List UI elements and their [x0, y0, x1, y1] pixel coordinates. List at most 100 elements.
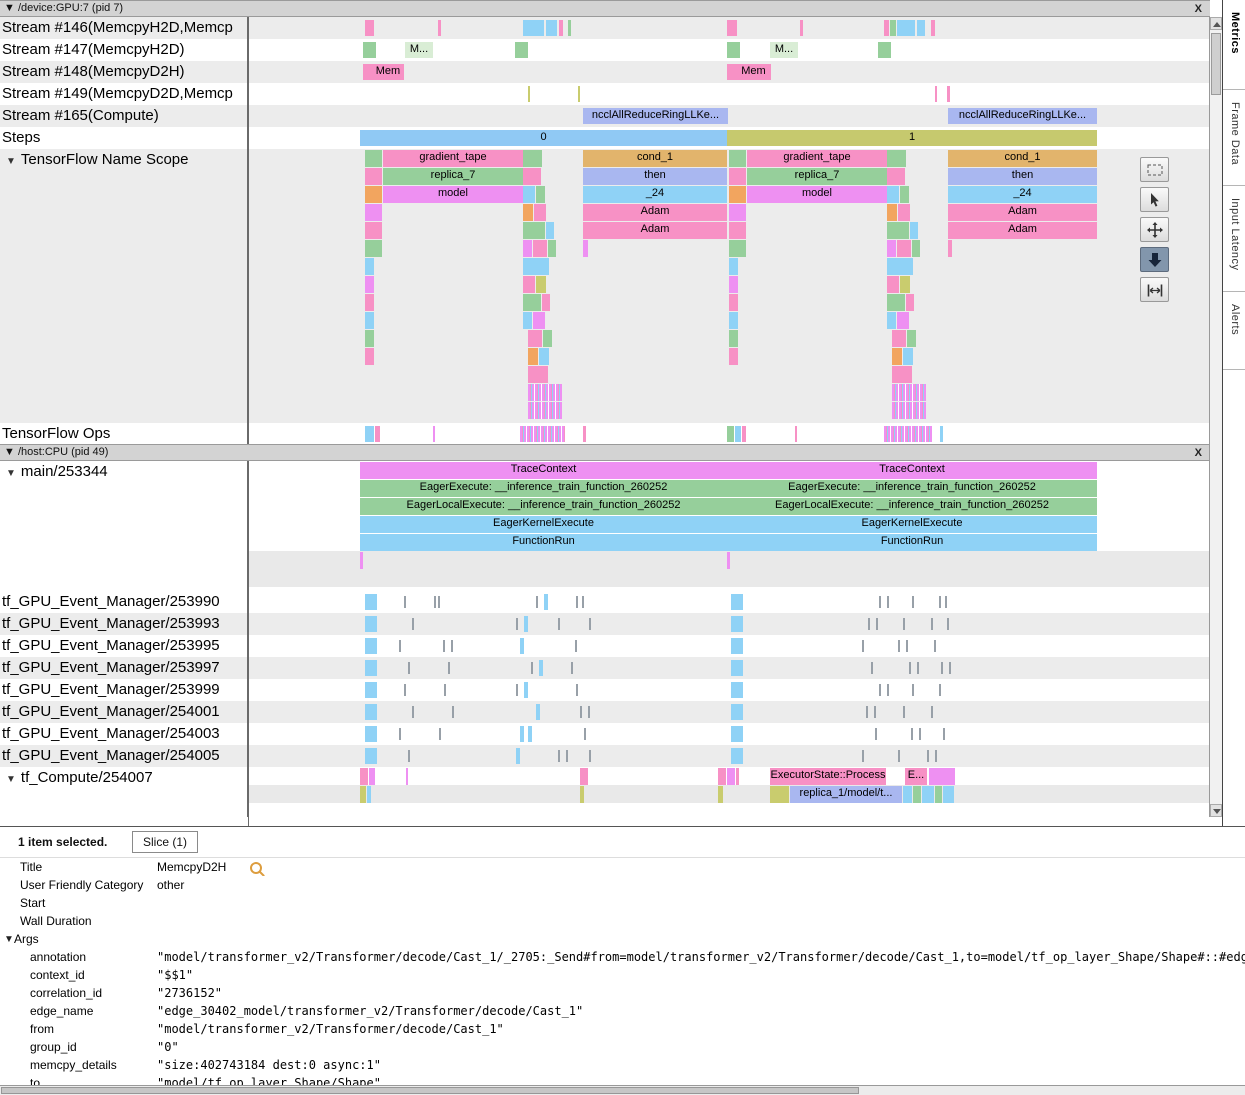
trace-event[interactable] — [580, 768, 588, 785]
trace-event-then[interactable]: then — [583, 168, 727, 185]
trace-event-24[interactable]: _24 — [583, 186, 727, 203]
trace-event[interactable] — [528, 726, 532, 742]
trace-event[interactable] — [568, 20, 571, 36]
trace-event[interactable] — [727, 768, 735, 785]
trace-event[interactable] — [729, 312, 738, 329]
trace-event[interactable] — [589, 750, 591, 762]
trace-event[interactable] — [546, 222, 554, 239]
side-tab-alerts[interactable]: Alerts — [1223, 292, 1245, 370]
trace-event-mem[interactable]: Mem — [372, 64, 404, 80]
expander-icon[interactable]: ▼ — [6, 156, 16, 167]
trace-event[interactable] — [558, 618, 560, 630]
trace-event[interactable] — [876, 618, 878, 630]
trace-event[interactable] — [523, 168, 541, 185]
trace-event[interactable] — [729, 168, 746, 185]
slice-tab[interactable]: Slice (1) — [132, 831, 198, 853]
horizontal-scrollbar-thumb[interactable] — [1, 1087, 859, 1094]
trace-event[interactable] — [922, 786, 934, 803]
trace-event[interactable] — [539, 660, 543, 676]
close-icon[interactable]: X — [1195, 446, 1202, 461]
trace-event[interactable] — [365, 240, 382, 257]
trace-event[interactable] — [949, 662, 951, 674]
trace-event[interactable] — [940, 426, 943, 442]
trace-event[interactable] — [900, 186, 909, 203]
trace-event-adam[interactable]: Adam — [583, 222, 727, 239]
trace-event[interactable] — [515, 42, 528, 58]
trace-event[interactable] — [452, 706, 454, 718]
trace-event-cond-1[interactable]: cond_1 — [948, 150, 1097, 167]
trace-event[interactable] — [887, 204, 897, 221]
track-label[interactable]: tf_GPU_Event_Manager/254001 — [0, 701, 248, 723]
trace-event[interactable] — [907, 330, 916, 347]
trace-event[interactable] — [892, 348, 902, 365]
trace-event-gradient-tape[interactable]: gradient_tape — [383, 150, 523, 167]
trace-event[interactable] — [583, 426, 586, 442]
trace-event[interactable] — [528, 348, 538, 365]
trace-event[interactable] — [718, 768, 726, 785]
trace-event[interactable] — [584, 728, 586, 740]
track-label[interactable]: Steps — [0, 127, 248, 149]
trace-event[interactable] — [935, 786, 942, 803]
trace-event[interactable] — [727, 20, 737, 36]
trace-event[interactable] — [576, 596, 578, 608]
trace-event[interactable] — [523, 240, 532, 257]
trace-event[interactable] — [884, 20, 889, 36]
track-label[interactable]: ▼TensorFlow Name Scope — [0, 149, 248, 423]
trace-event[interactable] — [360, 552, 363, 569]
trace-event-1[interactable]: 1 — [727, 130, 1097, 146]
trace-event-model[interactable]: model — [747, 186, 887, 203]
trace-event[interactable] — [523, 258, 549, 275]
trace-event[interactable] — [575, 640, 577, 652]
trace-event[interactable] — [583, 240, 588, 257]
trace-event[interactable] — [365, 186, 382, 203]
args-expander-icon[interactable]: ▼ — [4, 931, 14, 948]
trace-event[interactable] — [448, 662, 450, 674]
trace-event[interactable] — [365, 594, 377, 610]
trace-event-e[interactable]: E... — [905, 768, 927, 785]
trace-event[interactable] — [727, 552, 730, 569]
track-label[interactable]: TensorFlow Ops — [0, 423, 248, 445]
trace-event[interactable] — [913, 786, 921, 803]
trace-event[interactable] — [897, 240, 911, 257]
trace-event[interactable] — [544, 594, 548, 610]
trace-event[interactable] — [736, 768, 739, 785]
trace-event[interactable] — [727, 64, 736, 80]
trace-event[interactable] — [731, 748, 743, 764]
side-tab-input-latency[interactable]: Input Latency — [1223, 186, 1245, 292]
trace-event[interactable] — [365, 20, 374, 36]
trace-event[interactable] — [731, 660, 743, 676]
trace-event[interactable] — [909, 662, 911, 674]
trace-event[interactable] — [729, 258, 738, 275]
trace-event[interactable] — [770, 786, 789, 803]
trace-event[interactable] — [531, 662, 533, 674]
trace-event[interactable] — [947, 618, 949, 630]
section-header-gpu[interactable]: ▼ /device:GPU:7 (pid 7)X — [0, 0, 1210, 17]
trace-event[interactable] — [363, 64, 372, 80]
trace-event[interactable] — [887, 596, 889, 608]
trace-event[interactable] — [365, 616, 377, 632]
fit-width-tool-button[interactable] — [1140, 277, 1169, 302]
trace-event-replica-7[interactable]: replica_7 — [747, 168, 887, 185]
section-header-cpu[interactable]: ▼ /host:CPU (pid 49)X — [0, 444, 1210, 461]
trace-event[interactable] — [365, 222, 382, 239]
trace-event-eagerlocalexecute-inference-trai[interactable]: EagerLocalExecute: __inference_train_fun… — [727, 498, 1097, 515]
track-label[interactable]: Stream #149(MemcpyD2D,Memcp — [0, 83, 248, 105]
trace-event[interactable] — [365, 312, 374, 329]
args-header-row[interactable]: ▼Args — [0, 930, 1245, 948]
trace-event-eagerexecute-inference-train-fun[interactable]: EagerExecute: __inference_train_function… — [727, 480, 1097, 497]
trace-event[interactable] — [539, 348, 549, 365]
zoom-down-tool-button[interactable] — [1140, 247, 1169, 272]
trace-event[interactable] — [731, 616, 743, 632]
trace-event[interactable] — [375, 426, 380, 442]
trace-event[interactable] — [879, 596, 881, 608]
trace-event[interactable] — [524, 682, 528, 698]
trace-event[interactable] — [934, 640, 936, 652]
trace-event[interactable] — [369, 768, 375, 785]
trace-event[interactable] — [516, 684, 518, 696]
magnifier-icon[interactable] — [250, 862, 262, 874]
track-label[interactable]: Stream #165(Compute) — [0, 105, 248, 127]
trace-event[interactable] — [731, 638, 743, 654]
trace-event[interactable] — [917, 20, 925, 36]
trace-event[interactable] — [523, 276, 535, 293]
trace-event[interactable] — [887, 240, 896, 257]
